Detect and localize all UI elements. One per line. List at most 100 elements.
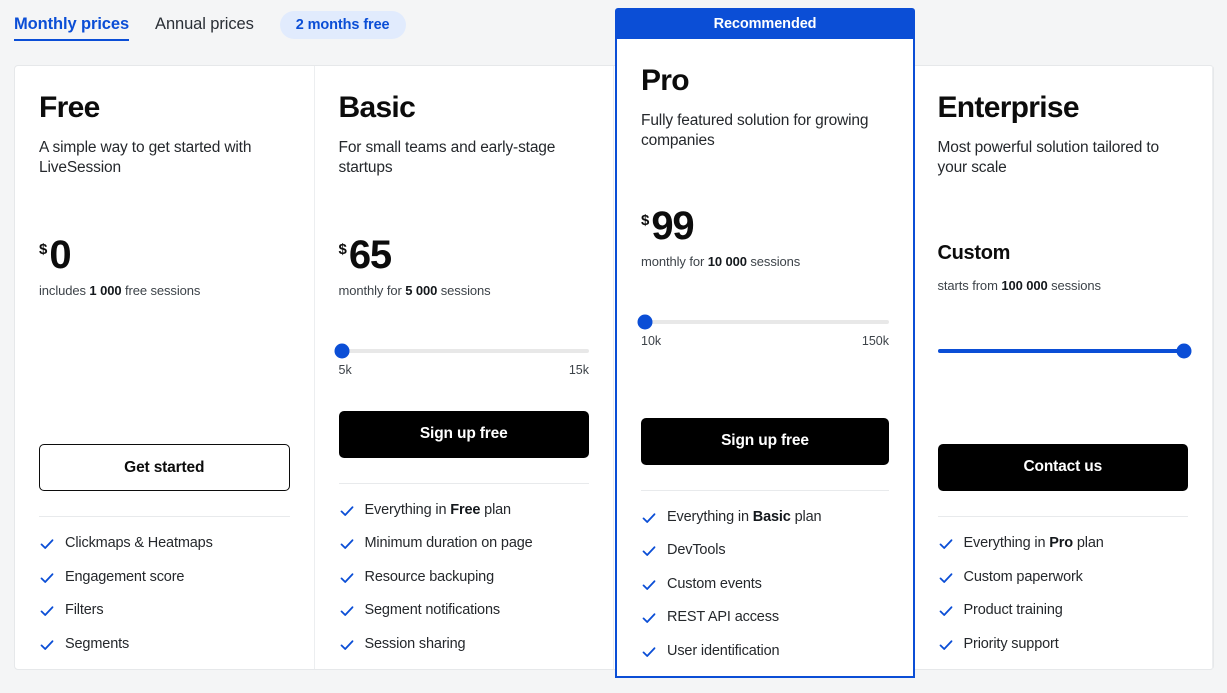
price-note: includes 1 000 free sessions (39, 283, 290, 298)
check-icon (339, 536, 355, 552)
list-item: Filters (39, 602, 290, 619)
feature-prefix: Segments (65, 635, 130, 652)
price-note: monthly for 10 000 sessions (641, 254, 889, 269)
price-note-prefix: monthly for (641, 254, 708, 270)
slider-track[interactable] (937, 343, 1192, 358)
check-icon (641, 610, 657, 626)
feature-prefix: Filters (65, 602, 104, 619)
feature-suffix: plan (1072, 535, 1104, 552)
check-icon (339, 503, 355, 519)
sign-up-free-button[interactable]: Sign up free (641, 418, 889, 466)
feature-prefix: Priority support (963, 635, 1059, 652)
cta-area: Contact us Everything in Pro plan Custom… (937, 444, 1189, 669)
slider-min-label: 10k (641, 333, 662, 348)
slider-placeholder (39, 329, 290, 375)
slider-track[interactable] (637, 314, 889, 329)
feature-prefix: Engagement score (65, 568, 185, 585)
price-note-suffix: sessions (1047, 277, 1101, 293)
slider-max-label: 15k (568, 362, 589, 377)
pricing-card-pro: Recommended Pro Fully featured solution … (615, 8, 915, 678)
feature-strong: Basic (752, 509, 791, 526)
price-block: $ 0 includes 1 000 free sessions (39, 235, 290, 329)
tab-monthly-prices[interactable]: Monthly prices (14, 16, 129, 42)
price-row: Custom (938, 237, 1189, 269)
plan-name: Enterprise (937, 91, 1080, 124)
list-item: Custom paperwork (938, 569, 1189, 586)
list-item: Engagement score (39, 569, 290, 586)
sessions-slider[interactable]: 5k 15k (334, 343, 590, 377)
price-note-value: 5 000 (405, 283, 438, 299)
sessions-slider[interactable]: 10k 150k (637, 314, 889, 348)
feature-text: Priority support (964, 636, 1059, 653)
list-item: REST API access (641, 609, 889, 626)
list-item: Segment notifications (339, 602, 590, 619)
price-row: $ 65 (338, 232, 590, 277)
check-icon (339, 637, 355, 653)
plan-description: For small teams and early-stage startups (338, 138, 556, 176)
pricing-cards-container: Free A simple way to get started with Li… (14, 8, 1214, 678)
feature-prefix: DevTools (667, 542, 726, 559)
check-icon (39, 570, 55, 586)
price-block: Custom starts from 100 000 sessions (938, 237, 1189, 329)
price-block: $ 65 monthly for 5 000 sessions (338, 232, 590, 329)
currency-symbol: $ (641, 211, 650, 229)
check-icon (339, 570, 355, 586)
slider-thumb[interactable] (334, 343, 350, 358)
plan-name: Basic (338, 91, 416, 124)
slider-min-label: 5k (338, 362, 352, 377)
list-item: Clickmaps & Heatmaps (39, 535, 290, 552)
slider-thumb[interactable] (1176, 343, 1192, 358)
check-icon (938, 570, 954, 586)
list-item: Minimum duration on page (339, 535, 590, 552)
pricing-card-enterprise: Enterprise Most powerful solution tailor… (914, 66, 1213, 669)
feature-prefix: Minimum duration on page (364, 535, 533, 552)
list-item: User identification (641, 643, 889, 660)
feature-text: Engagement score (65, 569, 184, 586)
list-item: Product training (938, 602, 1189, 619)
slider-thumb[interactable] (637, 314, 653, 329)
price-note-prefix: starts from (937, 277, 1002, 293)
tab-annual-prices[interactable]: Annual prices (155, 16, 254, 42)
check-icon (938, 637, 954, 653)
price-note-value: 1 000 (89, 283, 122, 299)
price-row: $ 0 (39, 235, 290, 275)
promo-badge-2-months-free[interactable]: 2 months free (279, 11, 406, 39)
feature-text: Segments (65, 636, 129, 653)
currency-symbol: $ (338, 240, 347, 258)
list-item: Everything in Free plan (339, 502, 590, 519)
plan-description: Most powerful solution tailored to your … (937, 138, 1160, 176)
price-note: monthly for 5 000 sessions (339, 283, 590, 298)
contact-us-button[interactable]: Contact us (937, 444, 1188, 492)
list-item: Everything in Pro plan (938, 535, 1189, 552)
plan-description: A simple way to get started with LiveSes… (39, 138, 252, 176)
feature-text: Custom paperwork (964, 569, 1083, 586)
feature-list: Everything in Pro plan Custom paperwork … (938, 517, 1189, 653)
feature-text: User identification (667, 643, 780, 660)
price-note: starts from 100 000 sessions (938, 278, 1189, 293)
feature-list: Everything in Basic plan DevTools Custom… (641, 491, 889, 660)
price-note-suffix: sessions (437, 283, 491, 299)
price-amount: 99 (651, 203, 694, 248)
currency-symbol: $ (39, 240, 48, 258)
price-note-suffix: free sessions (121, 283, 201, 299)
sign-up-free-button[interactable]: Sign up free (338, 411, 589, 459)
feature-prefix: Everything in (963, 535, 1050, 552)
sessions-slider[interactable] (937, 343, 1192, 363)
feature-prefix: Segment notifications (364, 602, 501, 619)
feature-text: Segment notifications (365, 602, 501, 619)
list-item: DevTools (641, 542, 889, 559)
list-item: Priority support (938, 636, 1189, 653)
feature-prefix: Product training (963, 602, 1063, 619)
price-block: $ 99 monthly for 10 000 sessions (641, 203, 889, 300)
feature-prefix: Session sharing (364, 635, 466, 652)
slider-labels: 5k 15k (339, 363, 590, 377)
plan-name: Free (39, 91, 100, 124)
slider-labels: 10k 150k (641, 334, 889, 348)
check-icon (938, 536, 954, 552)
slider-track[interactable] (334, 343, 589, 358)
feature-text: Clickmaps & Heatmaps (65, 535, 213, 552)
price-amount: 65 (348, 232, 392, 277)
list-item: Everything in Basic plan (641, 509, 889, 526)
get-started-button[interactable]: Get started (39, 444, 290, 492)
plan-description: Fully featured solution for growing comp… (641, 111, 869, 149)
